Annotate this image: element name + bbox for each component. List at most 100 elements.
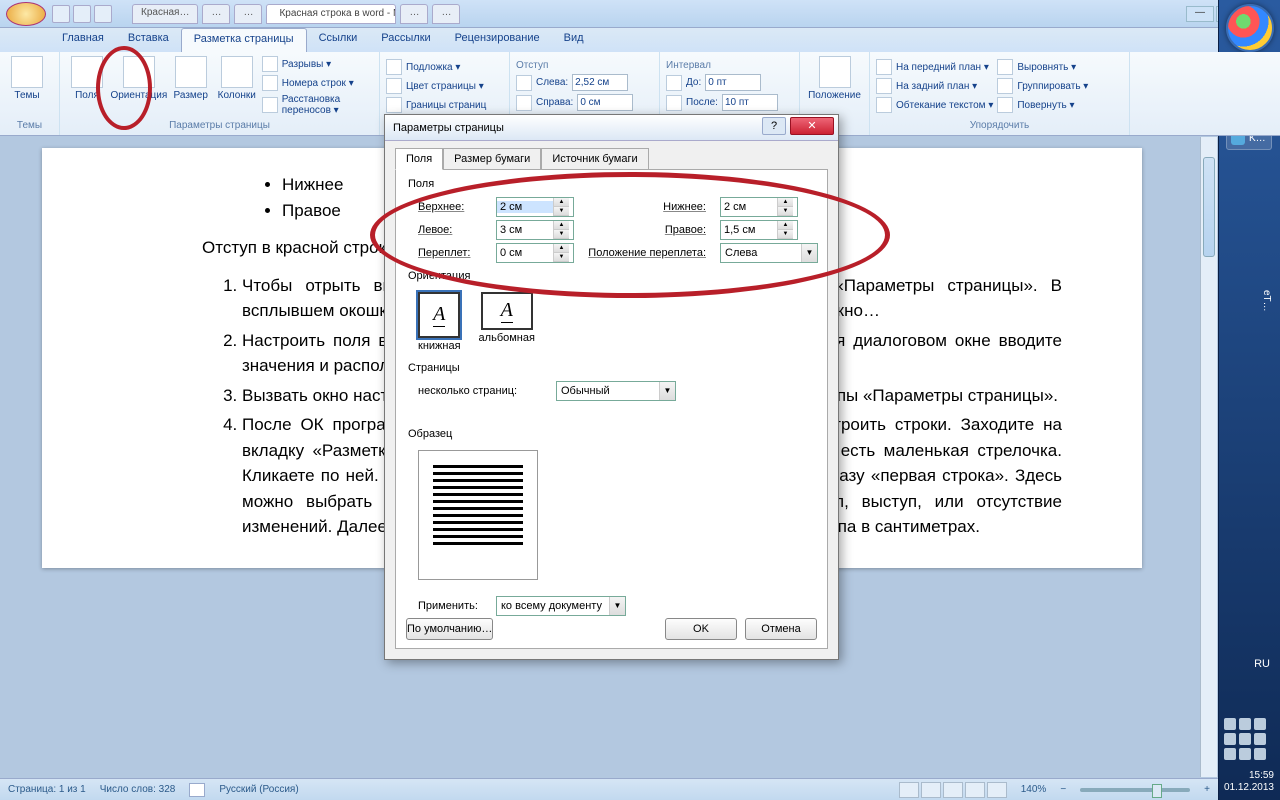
bottom-margin-input[interactable]: ▲▼	[720, 197, 798, 217]
tray-icon[interactable]	[1239, 718, 1251, 730]
themes-button[interactable]: Темы	[6, 54, 48, 118]
tray-icon[interactable]	[1239, 733, 1251, 745]
dialog-help-button[interactable]: ?	[762, 117, 786, 135]
dialog-close-button[interactable]: ✕	[790, 117, 834, 135]
tab-page-layout[interactable]: Разметка страницы	[181, 28, 307, 52]
line-numbers-button[interactable]: Номера строк ▾	[262, 74, 373, 92]
position-button[interactable]: Положение	[806, 54, 863, 118]
group-button[interactable]: Группировать ▾	[997, 77, 1088, 95]
date: 01.12.2013	[1224, 782, 1274, 794]
tray-icon[interactable]	[1239, 748, 1251, 760]
combo-value: Обычный	[557, 385, 659, 397]
label: Обтекание текстом ▾	[896, 100, 993, 111]
browser-tab-active[interactable]: Красная строка в word - Microsoft Word	[266, 4, 396, 24]
wrap-icon	[876, 97, 892, 113]
gutter-pos-label: Положение переплета:	[582, 247, 712, 259]
browser-tab[interactable]: …	[202, 4, 230, 24]
rotate-button[interactable]: Повернуть ▾	[997, 96, 1088, 114]
browser-tab[interactable]: Красная…	[132, 4, 198, 24]
label: Размер	[174, 90, 208, 101]
columns-button[interactable]: Колонки	[216, 54, 258, 118]
watermark-button[interactable]: Подложка ▾	[386, 58, 503, 76]
tab-review[interactable]: Рецензирование	[443, 28, 552, 52]
status-language[interactable]: Русский (Россия)	[219, 784, 298, 795]
send-back-button[interactable]: На задний план ▾	[876, 77, 993, 95]
cancel-button[interactable]: Отмена	[745, 618, 817, 640]
view-draft[interactable]	[987, 782, 1007, 798]
view-web-layout[interactable]	[943, 782, 963, 798]
browser-tab[interactable]: …	[234, 4, 262, 24]
status-words[interactable]: Число слов: 328	[100, 784, 176, 795]
combo-value: Слева	[721, 247, 801, 259]
view-outline[interactable]	[965, 782, 985, 798]
office-button[interactable]	[6, 2, 46, 26]
indent-left-input[interactable]: 2,52 см	[572, 74, 628, 91]
margins-button[interactable]: Поля	[66, 54, 108, 118]
taskbar-item[interactable]: eT…	[1261, 290, 1272, 312]
view-full-screen[interactable]	[921, 782, 941, 798]
browser-tab[interactable]: …	[400, 4, 428, 24]
tray-icon[interactable]	[1224, 748, 1236, 760]
breaks-button[interactable]: Разрывы ▾	[262, 55, 373, 73]
dialog-tab-paper[interactable]: Размер бумаги	[443, 148, 541, 170]
clock[interactable]: 15:5901.12.2013	[1224, 770, 1274, 794]
tab-insert[interactable]: Вставка	[116, 28, 181, 52]
system-tray[interactable]	[1224, 718, 1272, 760]
tab-home[interactable]: Главная	[50, 28, 116, 52]
tab-mailings[interactable]: Рассылки	[369, 28, 442, 52]
default-button[interactable]: По умолчанию…	[406, 618, 493, 640]
tab-view[interactable]: Вид	[552, 28, 596, 52]
orientation-landscape[interactable]: Aальбомная	[479, 292, 535, 352]
zoom-slider[interactable]	[1080, 788, 1190, 792]
spacing-after-input[interactable]: 10 пт	[722, 94, 778, 111]
multi-pages-combo[interactable]: Обычный▼	[556, 381, 676, 401]
orientation-button[interactable]: Ориентация	[112, 54, 166, 118]
gutter-pos-combo[interactable]: Слева▼	[720, 243, 818, 263]
text-wrap-button[interactable]: Обтекание текстом ▾	[876, 96, 993, 114]
apply-to-combo[interactable]: ко всему документу▼	[496, 596, 626, 616]
tray-icon[interactable]	[1254, 733, 1266, 745]
orientation-portrait[interactable]: Aкнижная	[418, 292, 461, 352]
zoom-out-button[interactable]: −	[1060, 784, 1066, 795]
page-borders-button[interactable]: Границы страниц	[386, 96, 503, 114]
qat-redo-icon[interactable]	[94, 5, 112, 23]
themes-label: Темы	[14, 90, 39, 101]
bring-front-button[interactable]: На передний план ▾	[876, 58, 993, 76]
chevron-down-icon: ▼	[659, 382, 675, 400]
indent-right-input[interactable]: 0 см	[577, 94, 633, 111]
spacing-before-input[interactable]: 0 пт	[705, 74, 761, 91]
zoom-percent[interactable]: 140%	[1021, 784, 1047, 795]
page-color-button[interactable]: Цвет страницы ▾	[386, 77, 503, 95]
ok-button[interactable]: OK	[665, 618, 737, 640]
minimize-button[interactable]: —	[1186, 6, 1214, 22]
size-button[interactable]: Размер	[170, 54, 212, 118]
dialog-tab-source[interactable]: Источник бумаги	[541, 148, 648, 170]
right-margin-input[interactable]: ▲▼	[720, 220, 798, 240]
tray-icon[interactable]	[1224, 718, 1236, 730]
qat-save-icon[interactable]	[52, 5, 70, 23]
scrollbar-thumb[interactable]	[1203, 157, 1215, 257]
browser-tab[interactable]: …	[432, 4, 460, 24]
left-margin-input[interactable]: ▲▼	[496, 220, 574, 240]
align-button[interactable]: Выровнять ▾	[997, 58, 1088, 76]
hyphenation-button[interactable]: Расстановка переносов ▾	[262, 93, 373, 117]
gutter-input[interactable]: ▲▼	[496, 243, 574, 263]
label: Слева:	[536, 77, 568, 88]
status-page[interactable]: Страница: 1 из 1	[8, 784, 86, 795]
zoom-in-button[interactable]: +	[1204, 784, 1210, 795]
start-button[interactable]	[1226, 4, 1274, 52]
tray-icon[interactable]	[1254, 718, 1266, 730]
language-indicator[interactable]: RU	[1254, 658, 1270, 670]
tray-icon[interactable]	[1254, 748, 1266, 760]
vertical-scrollbar[interactable]	[1200, 137, 1217, 777]
tab-references[interactable]: Ссылки	[307, 28, 370, 52]
tray-icon[interactable]	[1224, 733, 1236, 745]
dialog-titlebar[interactable]: Параметры страницы ? ✕	[385, 115, 838, 141]
spellcheck-icon[interactable]	[189, 783, 205, 797]
top-margin-input[interactable]: ▲▼	[496, 197, 574, 217]
qat-undo-icon[interactable]	[73, 5, 91, 23]
dialog-tab-margins[interactable]: Поля	[395, 148, 443, 170]
preview-thumbnail	[418, 450, 538, 580]
view-print-layout[interactable]	[899, 782, 919, 798]
label: Разрывы ▾	[282, 59, 331, 70]
